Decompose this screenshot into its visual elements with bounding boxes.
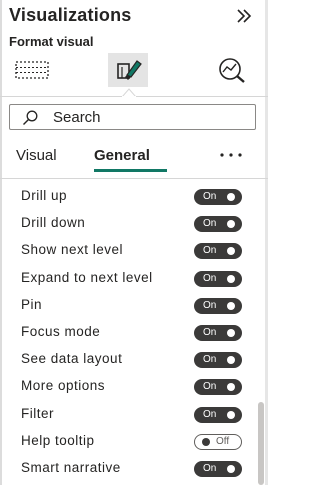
search-input[interactable]: Search xyxy=(9,104,256,130)
toggle-knob xyxy=(227,274,235,283)
toggle-row: Help tooltip Off xyxy=(0,428,256,455)
toggle-label: Drill down xyxy=(21,215,86,231)
toggle-knob xyxy=(227,383,235,392)
toggle-row: Expand to next level On xyxy=(0,265,256,292)
format-visual-heading: Format visual xyxy=(9,34,94,49)
toggle-switch[interactable]: On xyxy=(194,325,242,341)
toggle-row: More options On xyxy=(0,373,256,400)
toggle-row: Smart narrative On xyxy=(0,455,256,482)
toggle-switch[interactable]: On xyxy=(194,189,242,205)
toggle-switch[interactable]: On xyxy=(194,243,242,260)
toggle-state: On xyxy=(203,381,217,393)
toggle-label: More options xyxy=(21,378,106,394)
selected-tab-indicator xyxy=(94,169,167,172)
toggle-knob xyxy=(227,410,235,419)
toggle-switch[interactable]: On xyxy=(194,297,242,314)
toggle-state: On xyxy=(203,463,217,474)
search-icon xyxy=(23,110,38,125)
tab-general[interactable]: General xyxy=(94,147,150,164)
toggle-row: See data layout On xyxy=(0,346,256,373)
toggle-state: On xyxy=(203,408,217,420)
toggle-state: On xyxy=(203,191,217,202)
toggle-switch[interactable]: On xyxy=(194,352,242,369)
toggle-knob xyxy=(227,356,235,365)
visualizations-pane: Visualizations Format visual Search Visu… xyxy=(0,0,268,485)
toggle-knob xyxy=(227,329,235,337)
toggle-knob xyxy=(227,465,235,473)
scrollbar[interactable] xyxy=(258,402,264,485)
toggle-switch[interactable]: On xyxy=(194,270,242,287)
toggle-row: Drill up On xyxy=(0,183,256,210)
toggle-knob xyxy=(227,247,235,256)
toggle-knob xyxy=(202,437,210,446)
toggle-row: Drill down On xyxy=(0,210,256,237)
format-brush-icon xyxy=(117,60,142,80)
toggle-knob xyxy=(227,193,235,201)
tabs-divider xyxy=(0,178,268,179)
selected-tab-caret-icon xyxy=(122,88,136,97)
format-visual-tab[interactable] xyxy=(108,53,148,87)
tab-visual[interactable]: Visual xyxy=(16,147,57,164)
toggle-row: Pin On xyxy=(0,292,256,319)
toggle-switch[interactable]: On xyxy=(194,406,242,423)
search-placeholder: Search xyxy=(53,109,101,126)
build-visual-grid-icon xyxy=(15,61,49,79)
toggle-label: Help tooltip xyxy=(21,432,95,448)
toggle-label: See data layout xyxy=(21,351,123,367)
toggle-switch[interactable]: On xyxy=(194,461,242,477)
analytics-tab[interactable] xyxy=(211,53,251,87)
double-chevron-right-icon xyxy=(237,9,252,23)
toggle-label: Show next level xyxy=(21,242,124,258)
toggle-state: On xyxy=(203,218,217,230)
build-visual-tab[interactable] xyxy=(12,53,52,87)
toggle-state: On xyxy=(203,299,217,311)
toggle-switch[interactable]: On xyxy=(194,379,242,396)
toggle-switch[interactable]: Off xyxy=(194,433,242,450)
toggle-label: Focus mode xyxy=(21,324,101,339)
toggle-label: Drill up xyxy=(21,188,68,203)
toggle-knob xyxy=(227,301,235,310)
toggle-row: Filter On xyxy=(0,401,256,428)
toggle-state: On xyxy=(203,245,217,257)
toggle-knob xyxy=(227,220,235,229)
toggle-state: Off xyxy=(216,435,230,447)
toggle-label: Pin xyxy=(21,296,43,312)
collapse-pane-button[interactable] xyxy=(233,5,255,27)
pane-title: Visualizations xyxy=(9,5,132,25)
analytics-magnifier-icon xyxy=(219,58,245,83)
toggle-row: Focus mode On xyxy=(0,319,256,346)
toggle-state: On xyxy=(203,327,217,338)
toggle-label: Expand to next level xyxy=(21,269,153,285)
toggle-switch[interactable]: On xyxy=(194,216,242,233)
toggle-label: Smart narrative xyxy=(21,460,121,475)
toggle-state: On xyxy=(203,354,217,366)
ellipsis-icon[interactable] xyxy=(219,150,243,160)
toggle-label: Filter xyxy=(21,405,54,421)
toggle-state: On xyxy=(203,272,217,284)
toggle-row: Show next level On xyxy=(0,237,256,264)
pane-right-border xyxy=(265,0,268,485)
